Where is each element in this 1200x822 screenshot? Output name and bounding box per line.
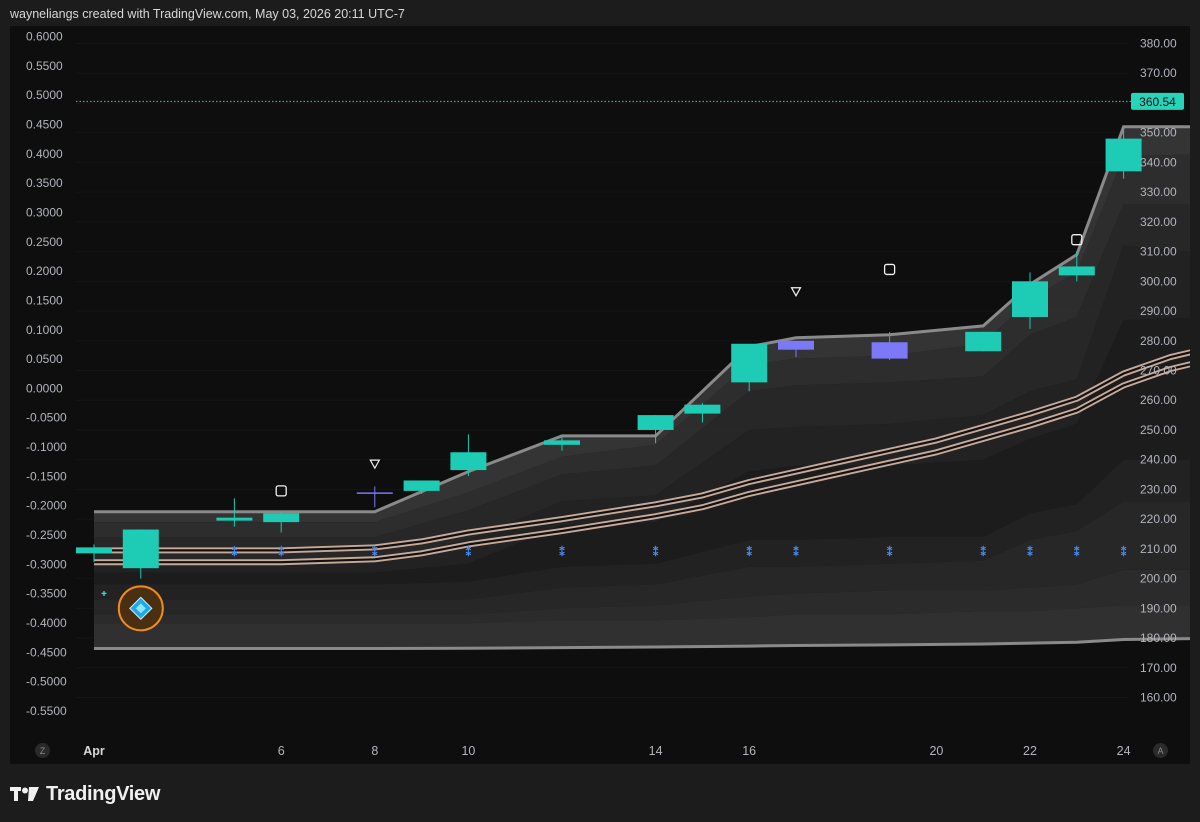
price-chart[interactable]: ⁑⁑⁑⁑⁑⁑⁑⁑⁑⁑⁑⁑⁑⁑⁑⁑⁑⁑⁑0.60000.55000.50000.4… bbox=[10, 26, 1190, 764]
signal-dot: ⁑ bbox=[1027, 545, 1033, 559]
right-axis-tick: 330.00 bbox=[1140, 185, 1177, 199]
chart-attribution: wayneliangs created with TradingView.com… bbox=[10, 7, 405, 21]
signal-dot: ⁑ bbox=[559, 545, 565, 559]
right-axis-tick: 350.00 bbox=[1140, 126, 1177, 140]
right-axis-tick: 240.00 bbox=[1140, 453, 1177, 467]
candle-body bbox=[778, 340, 814, 350]
right-axis-tick: 190.00 bbox=[1140, 601, 1177, 615]
candle-body bbox=[871, 342, 908, 359]
left-axis-tick: 0.4500 bbox=[26, 117, 63, 131]
auto-scale-button-right[interactable]: A bbox=[1153, 743, 1168, 758]
candle-body bbox=[403, 480, 440, 491]
x-axis-tick: 14 bbox=[649, 744, 663, 758]
tradingview-logo-icon bbox=[10, 787, 39, 801]
candle-body bbox=[1012, 281, 1048, 317]
x-axis-tick: 22 bbox=[1023, 744, 1037, 758]
right-axis-tick: 300.00 bbox=[1140, 274, 1177, 288]
signal-dot: ⁑ bbox=[1121, 545, 1127, 559]
candle-body bbox=[216, 517, 253, 521]
x-axis-tick: 10 bbox=[461, 744, 475, 758]
left-axis-tick: -0.2000 bbox=[26, 499, 67, 513]
candle-body bbox=[263, 513, 300, 523]
right-axis-tick: 180.00 bbox=[1140, 631, 1177, 645]
right-axis-tick: 160.00 bbox=[1140, 691, 1177, 705]
right-axis-tick: 230.00 bbox=[1140, 482, 1177, 496]
left-axis-tick: -0.3000 bbox=[26, 557, 67, 571]
right-axis-tick: 250.00 bbox=[1140, 423, 1177, 437]
left-axis-tick: 0.4000 bbox=[26, 147, 63, 161]
left-axis-tick: -0.3500 bbox=[26, 587, 67, 601]
candle-body bbox=[1105, 138, 1142, 172]
signal-dot: ⁑ bbox=[1074, 545, 1080, 559]
left-axis-tick: 0.5000 bbox=[26, 88, 63, 102]
x-axis-tick: 24 bbox=[1117, 744, 1131, 758]
x-axis-tick: 20 bbox=[929, 744, 943, 758]
candle-body bbox=[731, 343, 768, 383]
right-axis-tick: 320.00 bbox=[1140, 215, 1177, 229]
right-axis-tick: 200.00 bbox=[1140, 572, 1177, 586]
footer: TradingView bbox=[10, 779, 160, 809]
left-axis-tick: -0.4000 bbox=[26, 616, 67, 630]
right-axis-tick: 310.00 bbox=[1140, 245, 1177, 259]
right-axis-tick: 210.00 bbox=[1140, 542, 1177, 556]
x-axis-tick: 16 bbox=[742, 744, 756, 758]
left-axis-tick: 0.5500 bbox=[26, 59, 63, 73]
auto-scale-button-left[interactable]: Z bbox=[35, 743, 50, 758]
right-axis-tick: 380.00 bbox=[1140, 37, 1177, 51]
left-axis-tick: -0.0500 bbox=[26, 411, 67, 425]
candle-body bbox=[1058, 266, 1095, 276]
signal-dot: ⁑ bbox=[653, 545, 659, 559]
right-axis-tick: 340.00 bbox=[1140, 155, 1177, 169]
signal-dot: ⁑ bbox=[466, 545, 472, 559]
left-axis-tick: 0.2000 bbox=[26, 264, 63, 278]
candle-body bbox=[684, 404, 721, 414]
candle-body bbox=[965, 331, 1002, 352]
left-axis-tick: 0.3500 bbox=[26, 176, 63, 190]
right-axis-tick: 170.00 bbox=[1140, 661, 1177, 675]
left-axis-tick: -0.5500 bbox=[26, 704, 67, 718]
left-axis-tick: 0.3000 bbox=[26, 205, 63, 219]
right-axis-tick: 290.00 bbox=[1140, 304, 1177, 318]
signal-dot: ⁑ bbox=[980, 545, 986, 559]
brand-name: TradingView bbox=[46, 782, 161, 805]
left-axis-tick: 0.0000 bbox=[26, 381, 63, 395]
signal-dot: ⁑ bbox=[746, 545, 752, 559]
left-axis-tick: -0.1000 bbox=[26, 440, 67, 454]
right-axis-tick: 220.00 bbox=[1140, 512, 1177, 526]
signal-dot: ⁑ bbox=[372, 545, 378, 559]
left-axis-tick: 0.2500 bbox=[26, 235, 63, 249]
left-axis-tick: 0.0500 bbox=[26, 352, 63, 366]
left-axis-tick: -0.5000 bbox=[26, 675, 67, 689]
x-axis-tick: Apr bbox=[83, 744, 105, 758]
last-price-label: 360.54 bbox=[1139, 95, 1176, 109]
candle-body bbox=[76, 547, 112, 554]
signal-dot: ⁑ bbox=[887, 545, 893, 559]
left-axis-tick: -0.1500 bbox=[26, 469, 67, 483]
candle-body bbox=[122, 529, 159, 569]
signal-dot: ⁑ bbox=[793, 545, 799, 559]
right-axis-tick: 260.00 bbox=[1140, 393, 1177, 407]
signal-dot: ⁑ bbox=[232, 545, 238, 559]
candle-body bbox=[450, 452, 487, 471]
x-axis-tick: 8 bbox=[371, 744, 378, 758]
candle-body bbox=[544, 440, 580, 445]
left-axis-tick: 0.1500 bbox=[26, 293, 63, 307]
left-axis-tick: -0.4500 bbox=[26, 645, 67, 659]
right-axis-tick: 370.00 bbox=[1140, 66, 1177, 80]
signal-dot: ⁑ bbox=[278, 545, 284, 559]
left-axis-tick: -0.2500 bbox=[26, 528, 67, 542]
right-axis-tick: 270.00 bbox=[1140, 364, 1177, 378]
candle-body bbox=[356, 492, 393, 494]
x-axis-tick: 6 bbox=[278, 744, 285, 758]
right-axis-tick: 280.00 bbox=[1140, 334, 1177, 348]
candle-body bbox=[637, 415, 674, 430]
chart-pane[interactable]: ⁑⁑⁑⁑⁑⁑⁑⁑⁑⁑⁑⁑⁑⁑⁑⁑⁑⁑⁑0.60000.55000.50000.4… bbox=[10, 26, 1190, 764]
left-axis-tick: 0.6000 bbox=[26, 30, 63, 44]
left-axis-tick: 0.1000 bbox=[26, 323, 63, 337]
